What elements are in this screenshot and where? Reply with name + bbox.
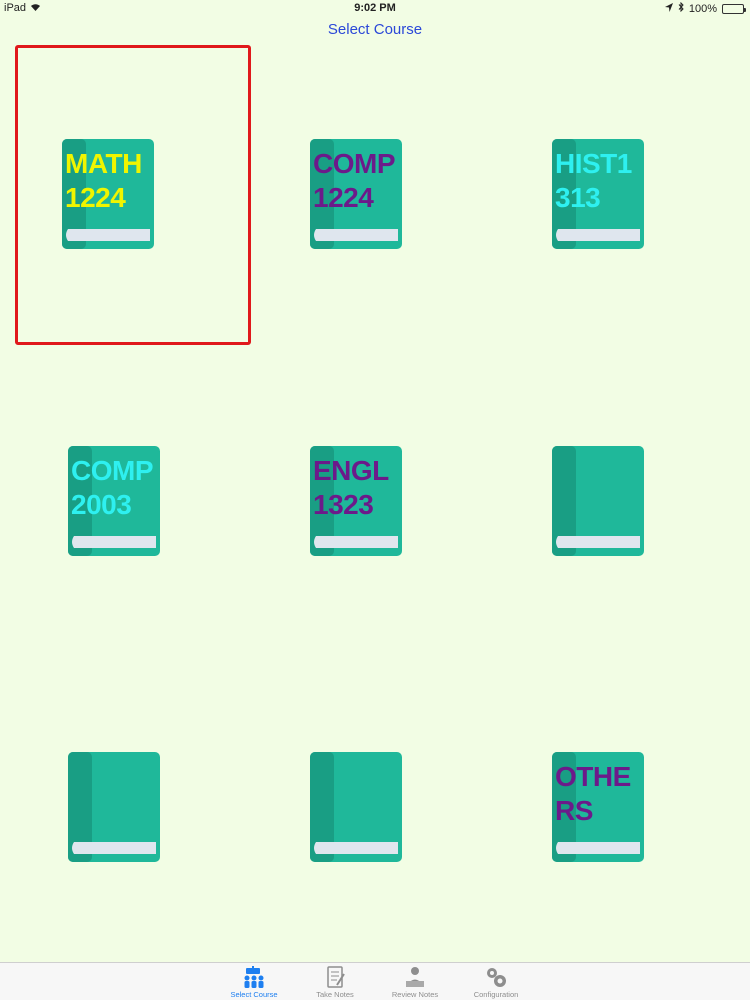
course-book-5[interactable]: ENGL 1323: [310, 446, 402, 558]
tab-review-notes[interactable]: Review Notes: [375, 965, 455, 999]
gears-icon: [456, 965, 536, 989]
page-title: Select Course: [327, 21, 423, 38]
course-label: ENGL 1323: [313, 455, 389, 520]
course-book-2[interactable]: COMP 1224: [310, 139, 402, 251]
tab-take-notes[interactable]: Take Notes: [295, 965, 375, 999]
course-book-3[interactable]: HIST1 313: [552, 139, 644, 251]
course-label: COMP 1224: [313, 148, 396, 213]
course-label: OTHE RS: [555, 761, 631, 826]
status-bar: iPad 9:02 PM 100%: [0, 0, 750, 16]
course-label: MATH 1224: [65, 148, 142, 213]
battery-percent: 100%: [688, 2, 717, 15]
course-book-8[interactable]: [310, 752, 402, 864]
notepad-icon: [295, 965, 375, 989]
tab-label: Review Notes: [391, 990, 439, 999]
book-icon: [68, 752, 160, 862]
tab-bar: Select Course Take Notes Review Notes Co…: [0, 962, 750, 1000]
course-book-7[interactable]: [68, 752, 160, 864]
tab-label: Take Notes: [316, 990, 354, 999]
screen: iPad 9:02 PM 100% Select Course MATH 122…: [0, 0, 750, 1000]
course-book-4[interactable]: COMP 2003: [68, 446, 160, 558]
reader-icon: [375, 965, 455, 989]
battery-icon: [722, 3, 746, 14]
tab-label: Select Course: [230, 990, 278, 999]
bluetooth-icon: [678, 1, 684, 15]
book-icon: [310, 752, 402, 862]
course-book-1[interactable]: MATH 1224: [62, 139, 154, 251]
book-icon: [552, 446, 644, 556]
tab-select-course[interactable]: Select Course: [214, 965, 294, 999]
status-right: 100%: [664, 1, 746, 15]
tab-configuration[interactable]: Configuration: [456, 965, 536, 999]
people-icon: [214, 965, 294, 989]
location-icon: [664, 2, 673, 15]
course-label: COMP 2003: [71, 455, 154, 520]
tab-label: Configuration: [473, 990, 519, 999]
course-book-9[interactable]: OTHE RS: [552, 752, 644, 864]
course-book-6[interactable]: [552, 446, 644, 558]
status-time: 9:02 PM: [354, 2, 396, 14]
course-label: HIST1 313: [555, 148, 632, 213]
